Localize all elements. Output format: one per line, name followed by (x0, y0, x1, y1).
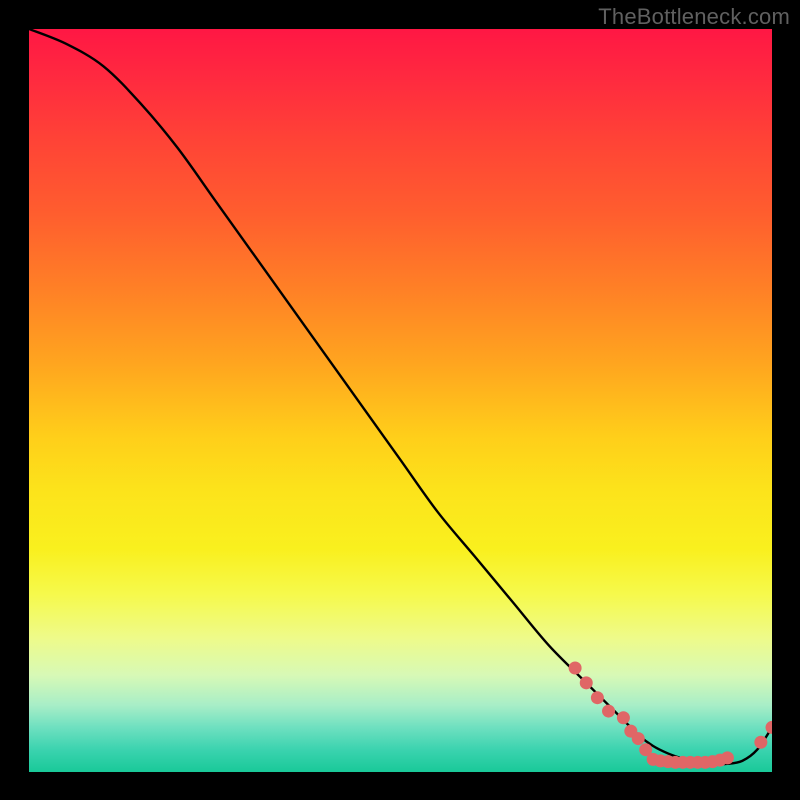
data-marker (569, 661, 582, 674)
data-marker (617, 711, 630, 724)
chart-frame: TheBottleneck.com (0, 0, 800, 800)
watermark-text: TheBottleneck.com (598, 4, 790, 30)
data-marker (766, 721, 773, 734)
data-marker (632, 732, 645, 745)
curve-path (29, 29, 772, 764)
data-marker (602, 705, 615, 718)
data-marker (754, 736, 767, 749)
chart-svg (29, 29, 772, 772)
data-marker (721, 751, 734, 764)
curve-markers (569, 661, 772, 768)
data-marker (591, 691, 604, 704)
data-marker (580, 676, 593, 689)
plot-area (29, 29, 772, 772)
